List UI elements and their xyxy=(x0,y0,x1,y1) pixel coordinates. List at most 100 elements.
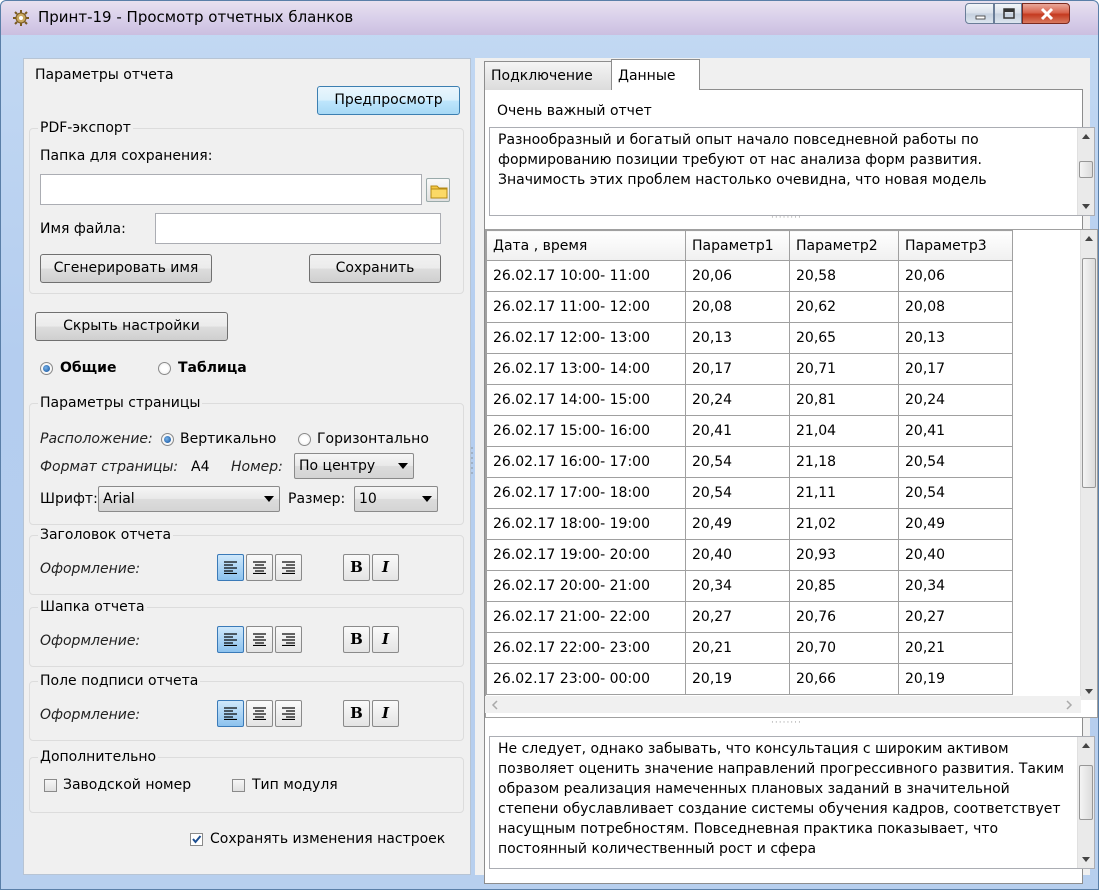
scroll-thumb[interactable] xyxy=(1079,765,1093,820)
table-cell[interactable]: 20,49 xyxy=(685,508,790,540)
align-left-button[interactable] xyxy=(217,554,244,581)
table-cell[interactable]: 20,40 xyxy=(685,539,790,571)
column-header[interactable]: Параметр3 xyxy=(898,230,1013,261)
table-row[interactable]: 26.02.17 14:00- 15:00 20,24 20,81 20,24 xyxy=(486,384,1013,416)
align-center-button[interactable] xyxy=(246,554,273,581)
splitter-grip-icon[interactable] xyxy=(470,446,474,476)
column-header[interactable]: Параметр1 xyxy=(685,230,790,261)
table-row[interactable]: 26.02.17 17:00- 18:00 20,54 21,11 20,54 xyxy=(486,477,1013,509)
table-row[interactable]: 26.02.17 20:00- 21:00 20,34 20,85 20,34 xyxy=(486,570,1013,602)
table-cell[interactable]: 20,62 xyxy=(789,291,899,323)
table-cell[interactable]: 20,08 xyxy=(685,291,790,323)
tab-connection[interactable]: Подключение xyxy=(484,61,612,90)
align-center-button[interactable] xyxy=(246,700,273,727)
table-cell[interactable]: 20,54 xyxy=(898,477,1013,509)
preview-button[interactable]: Предпросмотр xyxy=(317,86,460,115)
save-settings-checkbox[interactable] xyxy=(190,833,203,846)
table-cell[interactable]: 20,08 xyxy=(898,291,1013,323)
table-cell[interactable]: 20,54 xyxy=(685,477,790,509)
footer-textbox[interactable]: Не следует, однако забывать, что консуль… xyxy=(489,736,1095,869)
bold-button[interactable]: B xyxy=(343,700,370,727)
table-cell[interactable]: 26.02.17 16:00- 17:00 xyxy=(486,446,686,478)
table-cell[interactable]: 20,27 xyxy=(685,601,790,633)
header-textbox[interactable]: Разнообразный и богатый опыт начало повс… xyxy=(489,127,1095,216)
table-cell[interactable]: 20,41 xyxy=(898,415,1013,447)
table-cell[interactable]: 20,06 xyxy=(898,260,1013,292)
table-cell[interactable]: 21,04 xyxy=(789,415,899,447)
align-right-button[interactable] xyxy=(275,700,302,727)
table-row[interactable]: 26.02.17 22:00- 23:00 20,21 20,70 20,21 xyxy=(486,632,1013,664)
maximize-button[interactable] xyxy=(994,3,1022,24)
filename-input[interactable] xyxy=(155,213,441,244)
table-cell[interactable]: 20,19 xyxy=(685,663,790,695)
table-row[interactable]: 26.02.17 16:00- 17:00 20,54 21,18 20,54 xyxy=(486,446,1013,478)
header-scrollbar[interactable] xyxy=(1077,128,1094,215)
table-cell[interactable]: 26.02.17 21:00- 22:00 xyxy=(486,601,686,633)
table-row[interactable]: 26.02.17 13:00- 14:00 20,17 20,71 20,17 xyxy=(486,353,1013,385)
table-cell[interactable]: 20,54 xyxy=(898,446,1013,478)
table-cell[interactable]: 26.02.17 20:00- 21:00 xyxy=(486,570,686,602)
table-cell[interactable]: 20,27 xyxy=(898,601,1013,633)
table-cell[interactable]: 20,76 xyxy=(789,601,899,633)
table-cell[interactable]: 21,11 xyxy=(789,477,899,509)
font-select[interactable]: Arial xyxy=(98,486,280,512)
column-header[interactable]: Параметр2 xyxy=(789,230,899,261)
table-cell[interactable]: 20,19 xyxy=(898,663,1013,695)
table-cell[interactable]: 20,34 xyxy=(685,570,790,602)
scroll-thumb[interactable] xyxy=(1079,161,1093,178)
table-cell[interactable]: 26.02.17 10:00- 11:00 xyxy=(486,260,686,292)
align-right-button[interactable] xyxy=(275,626,302,653)
table-cell[interactable]: 26.02.17 17:00- 18:00 xyxy=(486,477,686,509)
table-row[interactable]: 26.02.17 23:00- 00:00 20,19 20,66 20,19 xyxy=(486,663,1013,695)
serial-number-checkbox[interactable] xyxy=(44,779,57,792)
hide-settings-button[interactable]: Скрыть настройки xyxy=(35,312,228,341)
minimize-button[interactable] xyxy=(965,3,994,24)
size-select[interactable]: 10 xyxy=(354,486,438,512)
close-button[interactable] xyxy=(1022,3,1070,24)
italic-button[interactable]: I xyxy=(372,554,399,581)
bold-button[interactable]: B xyxy=(343,554,370,581)
scroll-thumb[interactable] xyxy=(1082,258,1096,488)
table-row[interactable]: 26.02.17 19:00- 20:00 20,40 20,93 20,40 xyxy=(486,539,1013,571)
bold-button[interactable]: B xyxy=(343,626,370,653)
table-cell[interactable]: 26.02.17 22:00- 23:00 xyxy=(486,632,686,664)
orientation-horizontal-radio[interactable] xyxy=(298,433,311,446)
page-number-select[interactable]: По центру xyxy=(294,453,414,479)
table-cell[interactable]: 20,81 xyxy=(789,384,899,416)
module-type-checkbox[interactable] xyxy=(232,779,245,792)
save-button[interactable]: Сохранить xyxy=(309,254,441,283)
table-row[interactable]: 26.02.17 18:00- 19:00 20,49 21,02 20,49 xyxy=(486,508,1013,540)
table-cell[interactable]: 20,71 xyxy=(789,353,899,385)
table-cell[interactable]: 20,13 xyxy=(898,322,1013,354)
align-left-button[interactable] xyxy=(217,626,244,653)
resize-grip-icon[interactable]: ········ xyxy=(771,213,802,223)
mode-table-radio[interactable] xyxy=(158,362,171,375)
table-cell[interactable]: 20,85 xyxy=(789,570,899,602)
table-cell[interactable]: 20,24 xyxy=(685,384,790,416)
table-cell[interactable]: 21,18 xyxy=(789,446,899,478)
table-cell[interactable]: 26.02.17 15:00- 16:00 xyxy=(486,415,686,447)
mode-general-radio[interactable] xyxy=(40,362,53,375)
table-cell[interactable]: 26.02.17 19:00- 20:00 xyxy=(486,539,686,571)
table-cell[interactable]: 26.02.17 12:00- 13:00 xyxy=(486,322,686,354)
table-row[interactable]: 26.02.17 11:00- 12:00 20,08 20,62 20,08 xyxy=(486,291,1013,323)
italic-button[interactable]: I xyxy=(372,700,399,727)
table-cell[interactable]: 20,70 xyxy=(789,632,899,664)
table-cell[interactable]: 20,17 xyxy=(685,353,790,385)
table-cell[interactable]: 20,49 xyxy=(898,508,1013,540)
table-cell[interactable]: 20,58 xyxy=(789,260,899,292)
table-cell[interactable]: 20,34 xyxy=(898,570,1013,602)
italic-button[interactable]: I xyxy=(372,626,399,653)
tab-data[interactable]: Данные xyxy=(611,59,700,90)
title-bar[interactable]: Принт-19 - Просмотр отчетных бланков xyxy=(1,1,1098,35)
table-cell[interactable]: 21,02 xyxy=(789,508,899,540)
table-row[interactable]: 26.02.17 12:00- 13:00 20,13 20,65 20,13 xyxy=(486,322,1013,354)
table-row[interactable]: 26.02.17 21:00- 22:00 20,27 20,76 20,27 xyxy=(486,601,1013,633)
table-cell[interactable]: 20,21 xyxy=(898,632,1013,664)
align-center-button[interactable] xyxy=(246,626,273,653)
align-right-button[interactable] xyxy=(275,554,302,581)
resize-grip-icon[interactable]: ········ xyxy=(771,718,802,728)
table-cell[interactable]: 20,66 xyxy=(789,663,899,695)
grid-horizontal-scrollbar[interactable] xyxy=(485,696,1081,713)
table-row[interactable]: 26.02.17 10:00- 11:00 20,06 20,58 20,06 xyxy=(486,260,1013,292)
